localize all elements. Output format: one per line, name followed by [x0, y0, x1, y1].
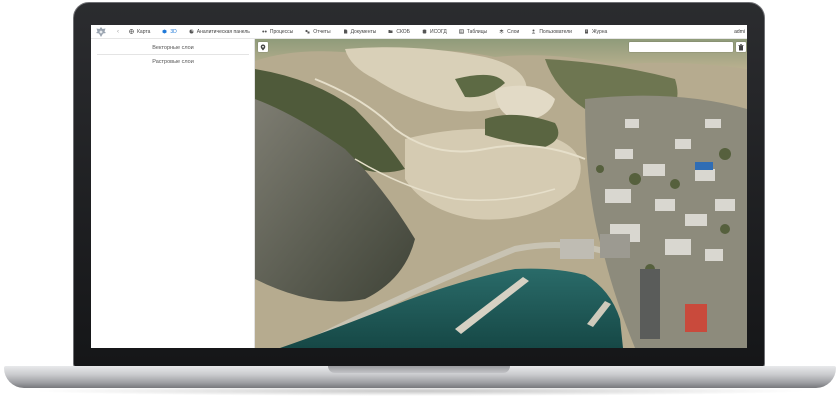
folder-icon	[388, 30, 393, 33]
layers-icon	[499, 29, 504, 34]
map-search-input[interactable]	[629, 42, 733, 52]
user-menu[interactable]: admi	[734, 25, 747, 39]
top-navigation-bar: ‹ Карта 3D Аналитическая панель Процессы…	[91, 25, 747, 39]
nav-label: Процессы	[269, 28, 294, 35]
database-icon	[422, 29, 427, 34]
main-nav: Карта 3D Аналитическая панель Процессы О…	[123, 25, 613, 39]
map-3d-viewport[interactable]	[255, 39, 747, 348]
nav-label: Журна	[591, 28, 608, 35]
collapse-chevron-icon[interactable]: ‹	[113, 29, 123, 35]
nav-item-skob[interactable]: СКОБ	[382, 25, 416, 39]
aerial-scene	[255, 39, 747, 348]
warehouse	[640, 269, 660, 339]
chart-icon	[189, 29, 194, 34]
nav-label: ИСОГД	[429, 28, 447, 35]
globe-icon	[129, 29, 134, 34]
emblem-logo[interactable]	[93, 25, 109, 38]
quay-building	[600, 234, 630, 258]
nav-item-map[interactable]: Карта	[123, 25, 156, 39]
document-icon	[343, 29, 347, 34]
app-screen: ‹ Карта 3D Аналитическая панель Процессы…	[91, 25, 747, 348]
delete-button[interactable]	[736, 42, 746, 52]
nav-label: Документы	[350, 28, 377, 35]
nav-label: Отчеты	[313, 28, 331, 35]
sidebar-item-vector-layers[interactable]: Векторные слои	[97, 42, 249, 55]
layers-sidebar: Векторные слои Растровые слои	[91, 39, 255, 348]
nav-label: Таблицы	[466, 28, 488, 35]
table-icon	[458, 29, 464, 34]
sidebar-item-raster-layers[interactable]: Растровые слои	[97, 56, 249, 68]
laptop-notch	[328, 366, 510, 373]
nav-item-users[interactable]: Пользователи	[525, 25, 578, 39]
red-roof-building	[685, 304, 707, 332]
nav-item-tables[interactable]: Таблицы	[453, 25, 493, 39]
nav-item-reports[interactable]: Отчеты	[299, 25, 336, 39]
nav-item-isogd[interactable]: ИСОГД	[416, 25, 453, 39]
trash-icon	[738, 43, 744, 50]
location-pin-icon	[260, 44, 266, 50]
users-icon	[532, 29, 536, 34]
report-icon	[305, 29, 310, 34]
nav-item-layers[interactable]: Слои	[493, 25, 525, 39]
nav-item-analytics[interactable]: Аналитическая панель	[183, 25, 256, 39]
nav-item-3d[interactable]: 3D	[156, 25, 182, 39]
nav-label: Карта	[137, 28, 151, 35]
nav-item-journal[interactable]: Журна	[578, 25, 613, 39]
nav-item-documents[interactable]: Документы	[337, 25, 383, 39]
nav-label: Аналитическая панель	[196, 28, 250, 35]
nav-label: СКОБ	[396, 28, 410, 35]
journal-icon	[584, 29, 588, 34]
nav-label: Пользователи	[539, 28, 572, 35]
location-pin-button[interactable]	[258, 42, 268, 52]
nav-item-processes[interactable]: Процессы	[256, 25, 299, 39]
eagle-emblem-icon	[96, 26, 106, 37]
nav-label: 3D	[170, 28, 177, 35]
process-icon	[262, 30, 267, 33]
user-name: admi	[734, 29, 745, 35]
nav-label: Слои	[507, 28, 520, 35]
quay-building	[560, 239, 594, 259]
cube-icon	[162, 29, 167, 34]
blue-roof-building	[695, 162, 713, 170]
